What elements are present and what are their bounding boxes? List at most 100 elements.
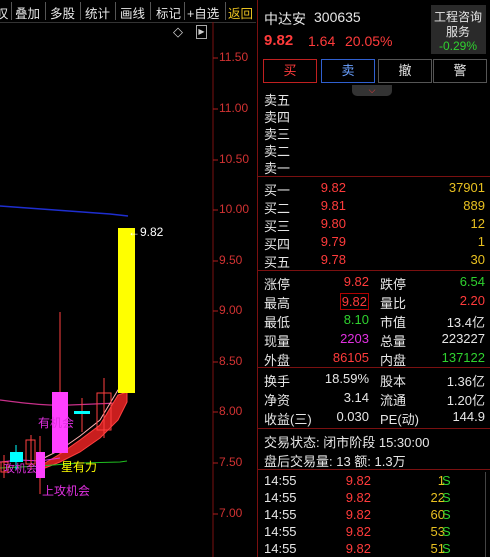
stat-value: 223227	[441, 331, 485, 346]
tick-time: 14:55	[264, 507, 297, 522]
buy-button[interactable]: 买	[263, 59, 317, 83]
tick-side: S	[442, 507, 451, 522]
tick-price: 9.82	[345, 473, 371, 488]
y-tick-label: 9.50	[219, 253, 243, 267]
buy-level-row[interactable]: 买四 9.79 1	[258, 232, 490, 252]
tick-price: 9.82	[345, 507, 371, 522]
buy-level-price: 9.79	[320, 234, 346, 249]
toolbar-statistics[interactable]: 统计	[85, 3, 110, 22]
stat-value: 2203	[340, 331, 369, 346]
stock-pct: 20.05%	[345, 33, 393, 49]
y-tick-label: 11.00	[219, 101, 249, 115]
y-tick-label: 7.00	[219, 506, 243, 520]
industry-badge[interactable]: 工程咨询 服务 -0.29%	[431, 5, 486, 54]
price-tag-value: 9.82	[140, 225, 164, 239]
divider	[258, 270, 490, 271]
stat-value: 137122	[441, 350, 485, 365]
y-tick-label: 11.50	[219, 50, 249, 64]
buy-level-row[interactable]: 买五 9.78 30	[258, 250, 490, 270]
after-hours-volume: 盘后交易量: 13 额: 1.3万	[264, 454, 406, 469]
toolbar-draw-line[interactable]: 画线	[120, 3, 145, 22]
industry-name-2: 服务	[446, 25, 471, 39]
stat-row: 现量 2203 总量 223227	[258, 329, 490, 349]
buy-level-price: 9.78	[320, 252, 346, 267]
buy-level-row[interactable]: 买二 9.81 889	[258, 196, 490, 216]
alert-button[interactable]: 警	[433, 59, 487, 83]
divider	[258, 469, 490, 470]
toolbar-mark[interactable]: 标记	[156, 3, 181, 22]
stat-label: PE(动)	[380, 412, 420, 427]
tick-price: 9.82	[345, 490, 371, 505]
y-tick-label: 8.50	[219, 354, 243, 368]
buy-level-label: 买五	[264, 255, 291, 270]
stat-value: 8.10	[343, 312, 369, 327]
stat-value: 144.9	[452, 409, 485, 424]
signal-label: 星有力	[61, 460, 98, 474]
toolbar-overlay[interactable]: 叠加	[15, 3, 40, 22]
kline-chart[interactable]: 11.50 11.00 10.50 10.00 9.50 9.00 8.50 8…	[0, 22, 256, 557]
trade-status: 交易状态: 闭市阶段 15:30:00	[264, 435, 430, 450]
divider	[258, 176, 490, 177]
toolbar-multi-stock[interactable]: 多股	[50, 3, 75, 22]
buy-level-row[interactable]: 买一 9.82 37901	[258, 178, 490, 198]
fundamental-row: 净资 3.14 流通 1.20亿	[258, 388, 490, 408]
expand-arrow-icon[interactable]: ▶	[196, 25, 207, 39]
buy-level-price: 9.80	[320, 216, 346, 231]
stock-price: 9.82	[264, 32, 294, 49]
buy-level-qty: 889	[463, 198, 485, 213]
toolbar-back[interactable]: 返回	[228, 3, 253, 22]
kline-svg	[0, 22, 218, 557]
sell-button[interactable]: 卖	[321, 59, 375, 83]
stat-value: 6.54	[459, 274, 485, 289]
tick-time: 14:55	[264, 541, 297, 556]
industry-pct: -0.29%	[439, 39, 478, 53]
chart-toolbar: 叹 叠加 多股 统计 画线 标记 +自选 返回	[0, 0, 256, 23]
tick-side: S	[442, 473, 451, 488]
signal-label: 攻机会	[4, 463, 37, 475]
quote-panel: 中达安 300635 9.82 1.64 20.05% 工程咨询 服务 -0.2…	[257, 0, 490, 557]
stat-row: 外盘 86105 内盘 137122	[258, 348, 490, 368]
toolbar-item-partial[interactable]: 叹	[0, 3, 9, 22]
tick-side: S	[442, 490, 451, 505]
buy-level-qty: 1	[477, 234, 485, 249]
divider	[258, 367, 490, 368]
y-tick-label: 7.50	[219, 455, 243, 469]
tick-time: 14:55	[264, 524, 297, 539]
y-tick-label: 8.00	[219, 404, 243, 418]
buy-level-qty: 12	[470, 216, 485, 231]
stock-change: 1.64	[308, 33, 336, 49]
divider	[258, 428, 490, 429]
stat-value: 86105	[332, 350, 369, 365]
sell-level-row: 卖一	[258, 156, 490, 176]
tick-time: 14:55	[264, 473, 297, 488]
scrollbar[interactable]	[485, 472, 486, 557]
stat-row: 最高 9.82 量比 2.20	[258, 291, 490, 311]
price-tag: ←9.82	[128, 225, 164, 239]
tick-time: 14:55	[264, 490, 297, 505]
ma-blue-line	[0, 205, 129, 217]
toolbar-add-watchlist[interactable]: +自选	[187, 3, 219, 22]
y-tick-label: 10.00	[219, 202, 250, 216]
y-tick-label: 9.00	[219, 303, 243, 317]
buy-level-price: 9.81	[320, 198, 346, 213]
buy-level-qty: 30	[470, 252, 485, 267]
diamond-icon[interactable]: ◇	[173, 24, 183, 40]
tick-price: 9.82	[345, 524, 371, 539]
stock-code: 300635	[314, 9, 361, 25]
buy-level-row[interactable]: 买三 9.80 12	[258, 214, 490, 234]
fundamental-row: 换手 18.59% 股本 1.36亿	[258, 369, 490, 389]
buy-level-price: 9.82	[320, 180, 346, 195]
stat-value: 3.14	[343, 390, 369, 405]
tick-side: S	[442, 541, 451, 556]
tick-price: 9.82	[345, 541, 371, 556]
limit-up-candle	[118, 228, 135, 393]
sell-level-label: 卖一	[264, 161, 291, 176]
stat-value: 9.82	[343, 274, 369, 289]
fundamental-row: 收益(三) 0.030 PE(动) 144.9	[258, 407, 490, 427]
signal-label: 有机会	[38, 416, 75, 430]
buy-level-qty: 37901	[448, 180, 485, 195]
stat-row: 最低 8.10 市值 13.4亿	[258, 310, 490, 330]
stat-row: 涨停 9.82 跌停 6.54	[258, 272, 490, 292]
cancel-order-button[interactable]: 撤	[378, 59, 432, 83]
signal-label: 上攻机会	[42, 484, 91, 498]
